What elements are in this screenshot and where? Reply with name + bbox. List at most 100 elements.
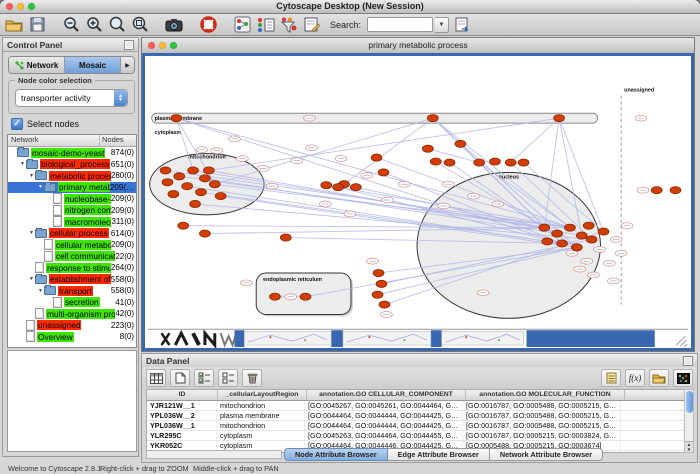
- network-node[interactable]: [552, 230, 563, 237]
- network-node[interactable]: [190, 200, 201, 207]
- column-header[interactable]: annotation.GO MOLECULAR_FUNCTION: [466, 390, 625, 400]
- network-node[interactable]: [188, 167, 199, 174]
- network-node[interactable]: [518, 159, 529, 166]
- network-node[interactable]: [490, 158, 501, 165]
- network-node[interactable]: [178, 222, 189, 229]
- tree-row[interactable]: ▼metabolic process280(0): [8, 170, 136, 182]
- network-node[interactable]: [542, 238, 553, 245]
- network-node[interactable]: [455, 140, 466, 147]
- tree-row[interactable]: cellular metabol209(0): [8, 239, 136, 251]
- column-header[interactable]: annotation.GO CELLULAR_COMPONENT: [307, 390, 466, 400]
- table-icon[interactable]: [146, 369, 166, 387]
- delete-attribute-icon[interactable]: [242, 369, 262, 387]
- network-node[interactable]: [371, 154, 382, 161]
- tree-row[interactable]: ▼establishment of lo558(0): [8, 274, 136, 286]
- network-node[interactable]: [333, 184, 344, 191]
- network-window-title-bar[interactable]: primary metabolic process: [142, 38, 694, 54]
- import-folder-icon[interactable]: [649, 369, 669, 387]
- node-color-dropdown[interactable]: transporter activity ▲▼: [15, 89, 128, 107]
- scrollbar-thumb[interactable]: [686, 391, 693, 413]
- tree-row[interactable]: nitrogen compo209(0): [8, 205, 136, 217]
- table-row[interactable]: YJR121W__1mitochondrion[GO:0045267, GO:0…: [147, 401, 687, 411]
- network-node[interactable]: [321, 182, 332, 189]
- network-node[interactable]: [422, 145, 433, 152]
- network-node[interactable]: [160, 167, 171, 174]
- help-ring-icon[interactable]: [198, 16, 218, 34]
- network-node[interactable]: [300, 293, 311, 300]
- network-node[interactable]: [171, 115, 182, 122]
- zoom-fit-icon[interactable]: [130, 16, 150, 34]
- tree-expand-arrow[interactable]: ▼: [28, 230, 35, 236]
- scrollbar-arrows[interactable]: ▲▼: [685, 441, 693, 452]
- tree-row[interactable]: ▼cellular process614(0): [8, 228, 136, 240]
- zoom-in-icon[interactable]: [84, 16, 104, 34]
- column-header[interactable]: _cellularLayoutRegion: [218, 390, 307, 400]
- attribute-browser-icon[interactable]: [452, 16, 472, 34]
- float-panel-icon[interactable]: [124, 40, 134, 50]
- network-node[interactable]: [162, 179, 173, 186]
- network-node[interactable]: [372, 291, 383, 298]
- network-node[interactable]: [199, 175, 210, 182]
- tree-row[interactable]: Overview8(0): [8, 331, 136, 343]
- tree-row[interactable]: unassigned223(0): [8, 320, 136, 332]
- tree-expand-arrow[interactable]: ▼: [19, 161, 26, 167]
- vizmapper-icon[interactable]: [255, 16, 275, 34]
- network-node[interactable]: [444, 159, 455, 166]
- network-node[interactable]: [199, 230, 210, 237]
- network-overview-icon[interactable]: [232, 16, 252, 34]
- network-node[interactable]: [554, 115, 565, 122]
- tree-row[interactable]: ▼biological_process651(0): [8, 159, 136, 171]
- network-node[interactable]: [182, 183, 193, 190]
- open-file-icon[interactable]: [4, 16, 24, 34]
- network-node[interactable]: [376, 280, 387, 287]
- tab-mosaic[interactable]: Mosaic: [65, 57, 121, 73]
- tab-network-attribute-browser[interactable]: Network Attribute Browser: [490, 448, 603, 461]
- save-icon[interactable]: [27, 16, 47, 34]
- network-node[interactable]: [571, 244, 582, 251]
- search-dropdown-arrow[interactable]: ▼: [435, 17, 449, 33]
- network-node[interactable]: [430, 158, 441, 165]
- network-node[interactable]: [203, 167, 214, 174]
- zoom-out-icon[interactable]: [61, 16, 81, 34]
- annotation-icon[interactable]: [301, 16, 321, 34]
- network-node[interactable]: [586, 236, 597, 243]
- network-node[interactable]: [557, 240, 568, 247]
- network-node[interactable]: [564, 224, 575, 231]
- unselect-attributes-icon[interactable]: [218, 369, 238, 387]
- float-data-panel-icon[interactable]: [683, 356, 693, 366]
- tab-edge-attribute-browser[interactable]: Edge Attribute Browser: [388, 448, 490, 461]
- function-builder-icon[interactable]: f(x): [625, 369, 645, 387]
- tree-col-nodes[interactable]: Nodes: [100, 135, 136, 146]
- tree-expand-arrow[interactable]: ▼: [28, 276, 35, 282]
- table-horizontal-scrollbar[interactable]: [146, 450, 282, 459]
- tree-row[interactable]: secretion41(0): [8, 297, 136, 309]
- network-node[interactable]: [378, 169, 389, 176]
- tree-expand-arrow[interactable]: ▼: [28, 173, 35, 179]
- search-input[interactable]: [367, 17, 433, 32]
- matrix-icon[interactable]: [673, 369, 693, 387]
- network-node[interactable]: [209, 181, 220, 188]
- tree-row[interactable]: ▼primary metabo209(…: [8, 182, 136, 194]
- network-node[interactable]: [174, 173, 185, 180]
- filter-icon[interactable]: [278, 16, 298, 34]
- network-node[interactable]: [474, 159, 485, 166]
- network-node[interactable]: [505, 159, 516, 166]
- tree-row[interactable]: multi-organism pro42(0): [8, 308, 136, 320]
- network-node[interactable]: [270, 293, 281, 300]
- table-row[interactable]: YLR295Ccytoplasm[GO:0045263, GO:0044464,…: [147, 431, 687, 441]
- tree-expand-arrow[interactable]: ▼: [37, 288, 44, 294]
- network-node[interactable]: [215, 193, 226, 200]
- network-node[interactable]: [196, 189, 207, 196]
- table-row[interactable]: YPL036W__1mitochondrion[GO:0044464, GO:0…: [147, 421, 687, 431]
- zoom-selected-icon[interactable]: [107, 16, 127, 34]
- network-node[interactable]: [168, 191, 179, 198]
- network-node[interactable]: [539, 224, 550, 231]
- network-node[interactable]: [583, 222, 594, 229]
- tree-row[interactable]: ▼transport558(0): [8, 285, 136, 297]
- network-node[interactable]: [350, 184, 361, 191]
- notes-icon[interactable]: [601, 369, 621, 387]
- tab-node-attribute-browser[interactable]: Node Attribute Browser: [284, 448, 388, 461]
- network-node[interactable]: [427, 115, 438, 122]
- table-vertical-scrollbar[interactable]: ▲▼: [684, 389, 694, 453]
- network-node[interactable]: [280, 234, 291, 241]
